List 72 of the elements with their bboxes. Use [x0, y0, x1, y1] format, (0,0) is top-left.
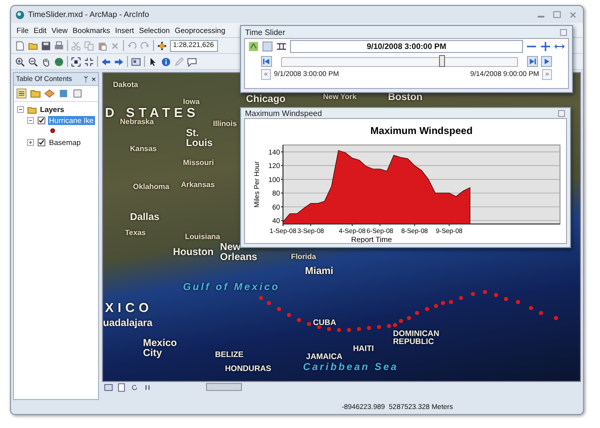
map-label: BELIZE: [215, 351, 244, 359]
map-label: HONDURAS: [225, 365, 272, 373]
window-title: TimeSlider.mxd - ArcMap - ArcInfo: [28, 10, 150, 19]
app-globe-icon: [15, 10, 25, 20]
list-by-selection-icon[interactable]: [58, 88, 69, 99]
globe-icon[interactable]: [54, 56, 64, 66]
pin-button[interactable]: ᛘ: [83, 74, 88, 84]
forward-arrow-icon[interactable]: [114, 56, 124, 66]
pause-icon[interactable]: [143, 382, 152, 392]
current-time-field[interactable]: 9/10/2008 3:00:00 PM: [290, 40, 523, 53]
time-extent-icon[interactable]: [276, 41, 287, 52]
checked-checkbox-icon[interactable]: [37, 138, 46, 147]
map-label: DOMINICAN REPUBLIC: [393, 330, 440, 346]
layout-icon[interactable]: [131, 56, 141, 66]
collapse-icon[interactable]: [16, 105, 25, 114]
expand-icon[interactable]: [26, 138, 35, 147]
layout-view-icon[interactable]: [117, 382, 126, 392]
play-icon[interactable]: [541, 56, 552, 67]
map-label: Boston: [388, 93, 422, 103]
close-button[interactable]: ×: [91, 74, 96, 84]
zoom-in-icon[interactable]: [15, 56, 25, 66]
list-by-drawing-order-icon[interactable]: [16, 88, 27, 99]
checked-checkbox-icon[interactable]: [37, 116, 46, 125]
options-icon[interactable]: [248, 41, 259, 52]
back-arrow-icon[interactable]: [101, 56, 111, 66]
select-arrow-icon[interactable]: [148, 56, 158, 66]
map-label: New Orleans: [220, 243, 258, 263]
options-icon[interactable]: [72, 88, 83, 99]
chart-title: Maximum Windspeed: [370, 126, 473, 137]
skip-to-end-icon[interactable]: [527, 56, 538, 67]
map-label: JAMAICA: [306, 353, 342, 361]
map-label: D STATES: [105, 106, 200, 119]
speech-bubble-icon[interactable]: [187, 56, 197, 66]
data-view-icon[interactable]: [104, 382, 113, 392]
add-data-icon[interactable]: [157, 40, 167, 50]
hand-icon[interactable]: [41, 56, 51, 66]
fixed-zoom-out-icon[interactable]: [84, 56, 94, 66]
map-label: Chicago: [246, 95, 286, 105]
fixed-zoom-in-icon[interactable]: [71, 56, 81, 66]
refresh-icon[interactable]: [130, 382, 139, 392]
map-label: uadalajara: [103, 319, 152, 329]
collapse-icon[interactable]: [26, 116, 35, 125]
map-label: Gulf of Mexico: [183, 283, 280, 293]
window-title: Time Slider: [245, 28, 286, 36]
map-label: Caribbean Sea: [303, 363, 398, 373]
legend-symbol-icon: [50, 128, 58, 136]
map-label: HAITI: [353, 345, 374, 353]
list-by-source-icon[interactable]: [30, 88, 41, 99]
open-folder-icon[interactable]: [28, 40, 38, 50]
map-label: Miami: [305, 267, 334, 277]
new-document-icon[interactable]: [15, 40, 25, 50]
layers-folder-icon: [27, 104, 37, 114]
save-icon[interactable]: [41, 40, 51, 50]
map-label: St. Louis: [186, 129, 213, 149]
map-label: Houston: [173, 248, 214, 258]
zoom-out-icon[interactable]: [28, 56, 38, 66]
scrollbar-thumb[interactable]: [206, 383, 242, 391]
maximize-icon[interactable]: [551, 10, 563, 20]
map-label: Dallas: [130, 213, 160, 223]
skip-to-start-icon[interactable]: [261, 56, 272, 67]
map-label: Mexico City: [143, 339, 177, 359]
list-by-visibility-icon[interactable]: [44, 88, 55, 99]
window-title: Maximum Windspeed: [245, 108, 323, 118]
print-icon[interactable]: [54, 40, 64, 50]
close-icon[interactable]: [567, 10, 579, 20]
info-icon[interactable]: [161, 56, 171, 66]
map-label: CUBA: [313, 319, 336, 327]
time-slider-track[interactable]: [281, 56, 518, 66]
plus-icon[interactable]: [540, 41, 551, 52]
paste-icon[interactable]: [97, 40, 107, 50]
slider-thumb[interactable]: [438, 54, 445, 66]
map-label: XICO: [105, 301, 153, 314]
